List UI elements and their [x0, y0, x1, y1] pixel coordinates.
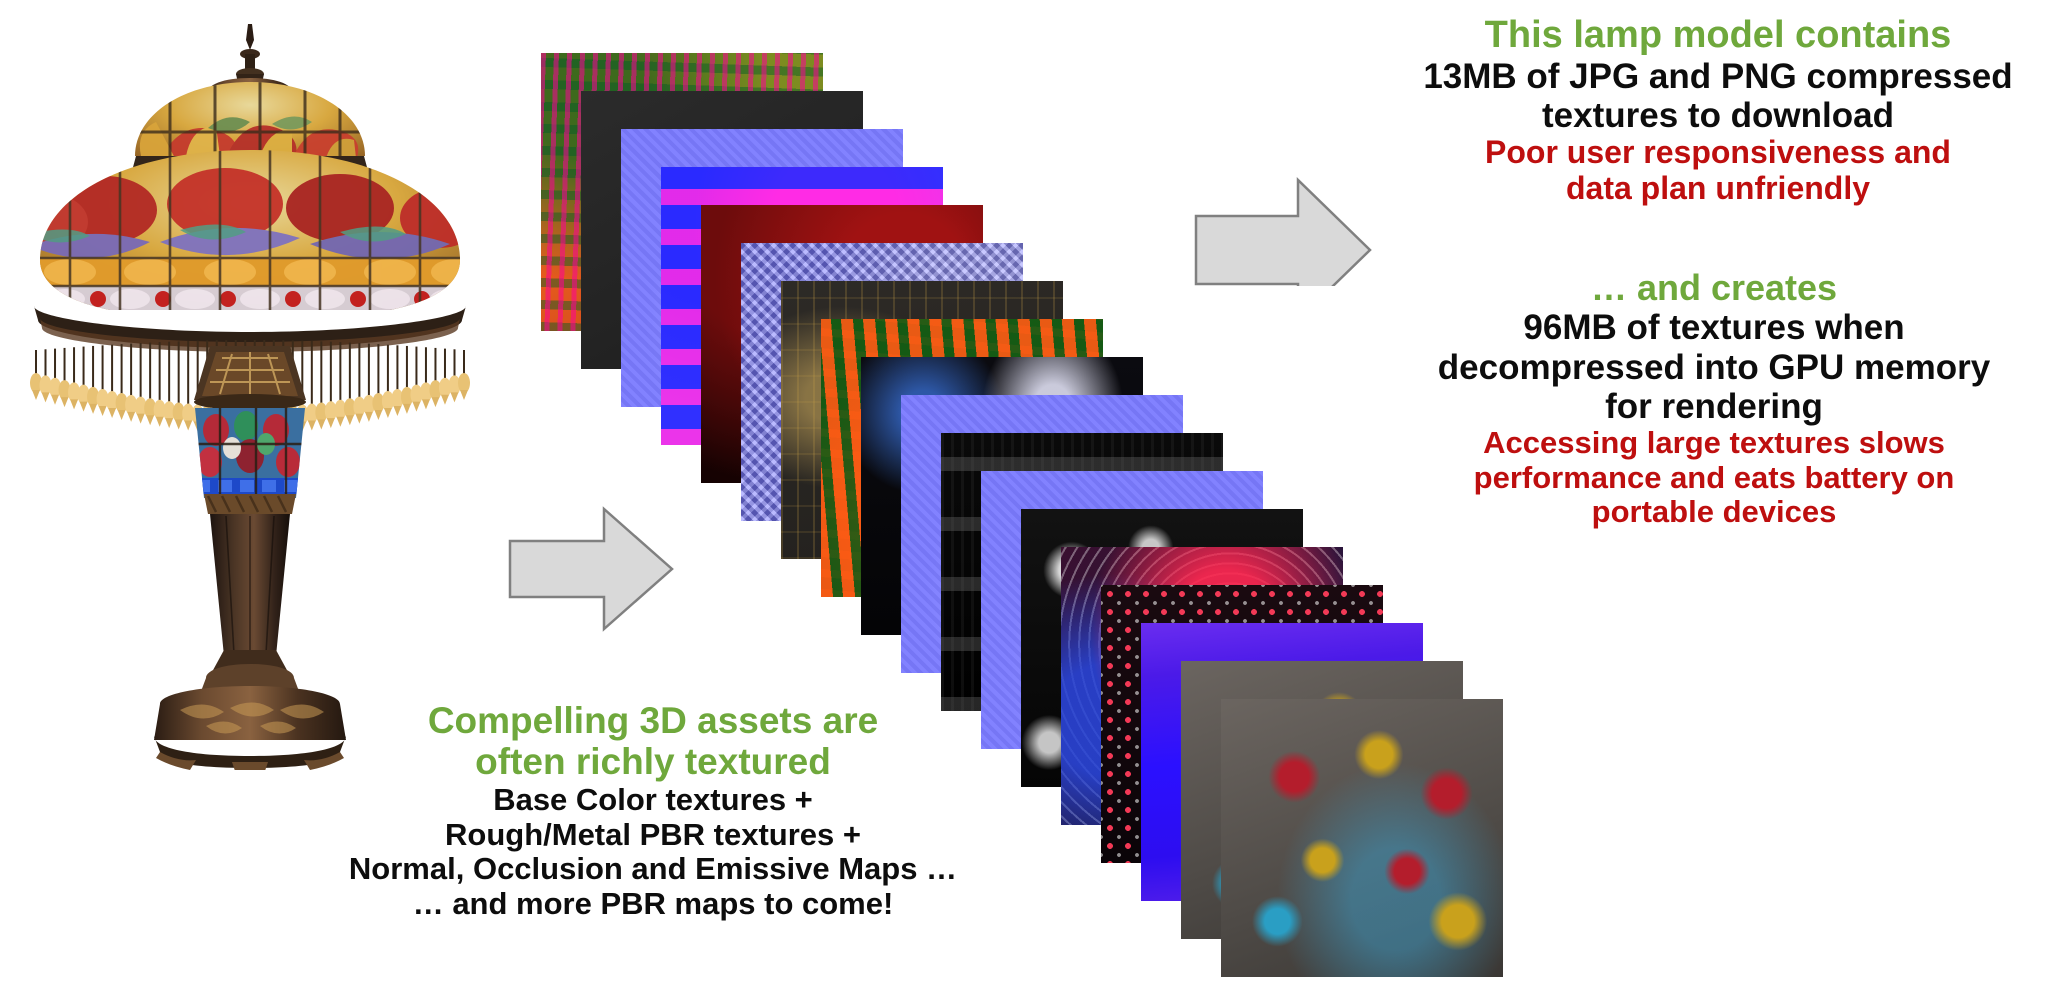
arrow-textures-to-results [1194, 150, 1372, 286]
heading-line: This lamp model contains [1484, 14, 1952, 56]
callout-warning: Accessing large textures slows performan… [1378, 424, 2048, 530]
slide-canvas: This lamp model contains 13MB of JPG and… [0, 0, 2048, 987]
callout-heading: Compelling 3D assets are often richly te… [300, 700, 1006, 783]
warning-line: data plan unfriendly [1565, 169, 1871, 206]
callout-body: Base Color textures + Rough/Metal PBR te… [300, 781, 1006, 922]
body-line: Normal, Occlusion and Emissive Maps … [348, 851, 958, 887]
body-line: decompressed into GPU memory [1437, 347, 1991, 387]
callout-compelling-assets: Compelling 3D assets are often richly te… [300, 700, 1006, 922]
arrow-assets-to-textures [508, 505, 674, 633]
callout-heading: … and creates [1378, 267, 2048, 308]
body-line: for rendering [1605, 386, 1823, 426]
heading-line: Compelling 3D assets are [427, 700, 879, 741]
body-line: textures to download [1542, 95, 1894, 135]
body-line: 13MB of JPG and PNG compressed [1423, 56, 2013, 96]
warning-line: portable devices [1591, 494, 1837, 530]
body-line: Base Color textures + [493, 781, 813, 817]
body-line: 96MB of textures when [1523, 308, 1905, 348]
callout-heading: This lamp model contains [1388, 14, 2048, 57]
heading-line: … and creates [1590, 267, 1838, 308]
callout-body: 13MB of JPG and PNG compressed textures … [1388, 57, 2048, 135]
callout-and-creates: … and creates 96MB of textures when deco… [1378, 267, 2048, 530]
warning-line: performance and eats battery on [1473, 459, 1955, 495]
heading-line: often richly textured [475, 741, 831, 783]
warning-line: Accessing large textures slows [1483, 424, 1945, 460]
texture-card-basecolor-jewel-mosaic-front [1221, 699, 1503, 977]
callout-warning: Poor user responsiveness and data plan u… [1388, 133, 2048, 207]
body-line: Rough/Metal PBR textures + [445, 816, 861, 852]
body-line: … and more PBR maps to come! [412, 886, 894, 922]
callout-model-contains: This lamp model contains 13MB of JPG and… [1388, 14, 2048, 207]
warning-line: Poor user responsiveness and [1485, 133, 1951, 170]
texture-swatch [1221, 699, 1503, 977]
callout-body: 96MB of textures when decompressed into … [1378, 308, 2048, 426]
